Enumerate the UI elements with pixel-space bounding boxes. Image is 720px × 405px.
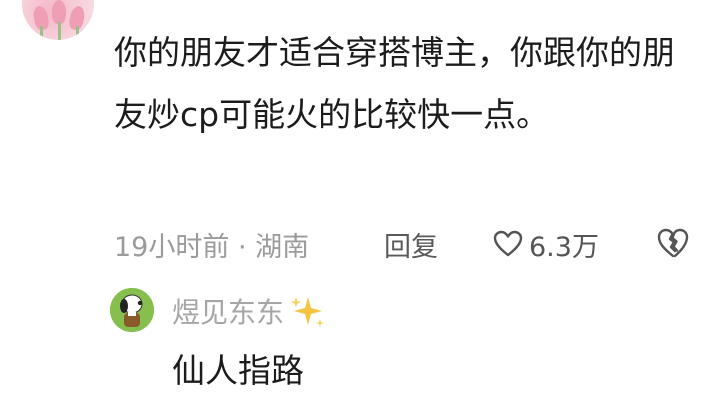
reply-text: 仙人指路: [172, 351, 304, 390]
snoopy-icon: [110, 288, 154, 332]
reply-avatar[interactable]: [110, 288, 154, 332]
like-button[interactable]: 6.3万: [493, 222, 599, 266]
comment-time-location: 19小时前 · 湖南: [114, 231, 310, 263]
comment-text: 你的朋友才适合穿搭博主，你跟你的朋友炒cp可能火的比较快一点。: [114, 33, 675, 134]
heart-outline-icon: [493, 230, 523, 257]
reply-username-row[interactable]: 煜见东东: [172, 291, 326, 331]
sparkles-icon: [291, 297, 325, 327]
broken-heart-icon[interactable]: [656, 228, 690, 260]
like-count: 6.3万: [529, 231, 599, 263]
reply-button[interactable]: 回复: [384, 222, 438, 266]
commenter-avatar[interactable]: [22, 0, 94, 40]
reply-username[interactable]: 煜见东东: [172, 291, 284, 331]
